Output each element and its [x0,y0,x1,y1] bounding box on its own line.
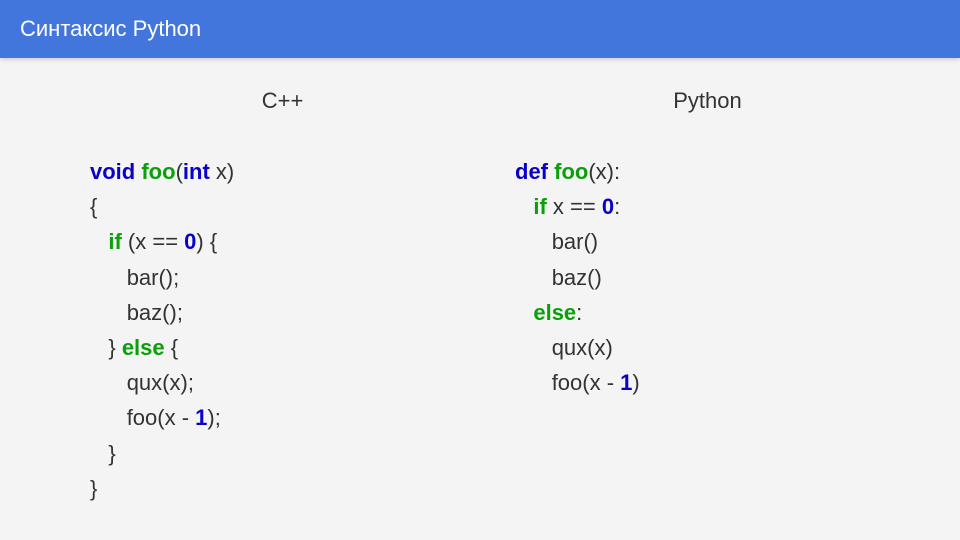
slide-header: Синтаксис Python [0,0,960,58]
py-paren-close: ): [607,159,620,184]
cpp-semi-4: ; [215,405,221,430]
py-colon-if: : [614,194,620,219]
py-colon-else: : [576,300,582,325]
py-call-qux: qux(x) [552,335,613,360]
cpp-keyword-else: else [122,335,165,360]
py-one: 1 [620,370,632,395]
cpp-code-block: void foo(int x) { if (x == 0) { bar(); b… [90,154,475,506]
cpp-call-qux: qux(x) [127,370,188,395]
cpp-if-close: ) { [196,229,217,254]
cpp-brace-open: { [90,194,97,219]
py-keyword-else: else [533,300,576,325]
cpp-semi-1: ; [173,265,179,290]
py-paren-open: ( [588,159,595,184]
py-call-foo-pre: foo(x - [552,370,620,395]
cpp-paren-close: ) [227,159,234,184]
py-call-bar: bar() [552,229,598,254]
slide-title: Синтаксис Python [20,16,201,41]
py-call-baz: baz() [552,265,602,290]
column-cpp-title: C++ [90,88,475,114]
py-param: x [596,159,607,184]
cpp-call-foo-post: ) [207,405,214,430]
cpp-brace-outer-close: } [90,476,97,501]
cpp-call-foo-pre: foo(x - [127,405,195,430]
cpp-keyword-void: void [90,159,135,184]
cpp-function-name: foo [141,159,175,184]
cpp-call-bar: bar() [127,265,173,290]
cpp-param: x [216,159,227,184]
cpp-keyword-if: if [108,229,121,254]
py-keyword-def: def [515,159,548,184]
py-keyword-if: if [533,194,546,219]
py-call-foo-post: ) [632,370,639,395]
cpp-brace-mid-close: } [108,335,121,360]
cpp-paren-open: ( [176,159,183,184]
column-python: Python def foo(x): if x == 0: bar() baz(… [515,88,900,506]
cpp-call-baz: baz() [127,300,177,325]
column-python-title: Python [515,88,900,114]
cpp-semi-2: ; [177,300,183,325]
py-cond-zero: 0 [602,194,614,219]
slide-content: C++ void foo(int x) { if (x == 0) { bar(… [0,58,960,506]
column-cpp: C++ void foo(int x) { if (x == 0) { bar(… [90,88,475,506]
cpp-cond-zero: 0 [184,229,196,254]
cpp-one: 1 [195,405,207,430]
cpp-keyword-int: int [183,159,210,184]
cpp-brace-inner-close: } [108,441,115,466]
py-cond-lhs: x == [553,194,602,219]
py-function-name: foo [554,159,588,184]
python-code-block: def foo(x): if x == 0: bar() baz() else:… [515,154,900,400]
cpp-semi-3: ; [188,370,194,395]
cpp-cond-lhs: x == [135,229,184,254]
cpp-else-open: { [165,335,178,360]
